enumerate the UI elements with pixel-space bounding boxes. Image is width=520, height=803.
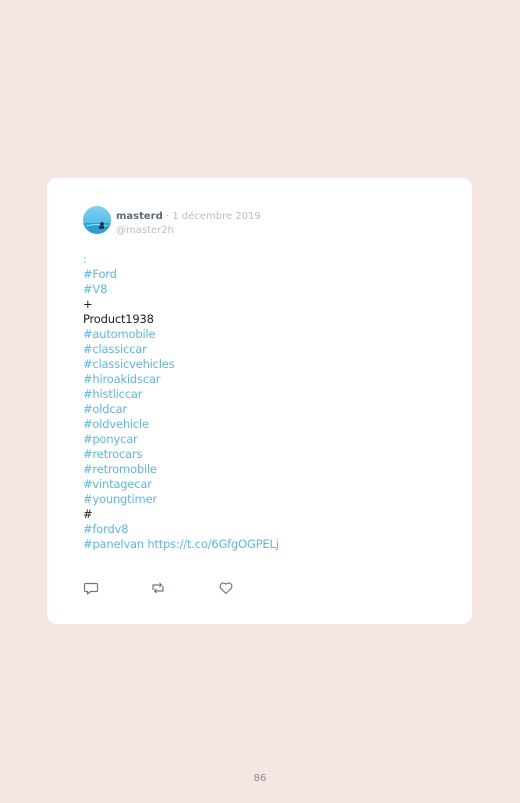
hashtag-line[interactable]: #Ford bbox=[83, 267, 279, 282]
avatar[interactable] bbox=[83, 206, 111, 234]
author-handle[interactable]: @master2h bbox=[116, 224, 261, 238]
retweet-icon[interactable] bbox=[150, 580, 166, 596]
text-line: + bbox=[83, 297, 93, 311]
hashtag-line[interactable]: #histliccar bbox=[83, 387, 279, 402]
hashtag-line[interactable]: #classicvehicles bbox=[83, 357, 279, 372]
hashtag-line[interactable]: #fordv8 bbox=[83, 522, 279, 537]
text-line: # bbox=[83, 507, 93, 521]
hashtag-line[interactable]: #retrocars bbox=[83, 447, 279, 462]
reply-icon[interactable] bbox=[83, 580, 99, 596]
tweet-date[interactable]: 1 décembre 2019 bbox=[172, 211, 260, 222]
page-number: 86 bbox=[253, 773, 267, 784]
hashtag-line[interactable]: #oldcar bbox=[83, 402, 279, 417]
hashtag-line[interactable]: #V8 bbox=[83, 282, 279, 297]
tweet-text: : #Ford #V8 + Product1938 #automobile #classic… bbox=[83, 252, 279, 552]
text-line: Product1938 bbox=[83, 312, 154, 326]
header-separator: · bbox=[162, 211, 173, 222]
hashtag-line[interactable]: #oldvehicle bbox=[83, 417, 279, 432]
hashtag-line[interactable]: #vintagecar bbox=[83, 477, 279, 492]
author-name[interactable]: masterd bbox=[116, 211, 163, 222]
hashtag-line[interactable]: #retromobile bbox=[83, 462, 279, 477]
tweet-card: masterd · 1 décembre 2019 @master2h : #Fo… bbox=[47, 178, 472, 624]
tweet-header: masterd · 1 décembre 2019 @master2h bbox=[116, 207, 261, 238]
hashtag-line[interactable]: #youngtimer bbox=[83, 492, 279, 507]
hashtag-line[interactable]: #automobile bbox=[83, 327, 279, 342]
hashtag-line[interactable]: : bbox=[83, 252, 279, 267]
like-icon[interactable] bbox=[218, 580, 234, 596]
hashtag-line[interactable]: #ponycar bbox=[83, 432, 279, 447]
hashtag-line[interactable]: #hiroakidscar bbox=[83, 372, 279, 387]
hashtag-line[interactable]: #panelvan https://t.co/6GfgOGPELj bbox=[83, 537, 279, 552]
hashtag-line[interactable]: #classiccar bbox=[83, 342, 279, 357]
